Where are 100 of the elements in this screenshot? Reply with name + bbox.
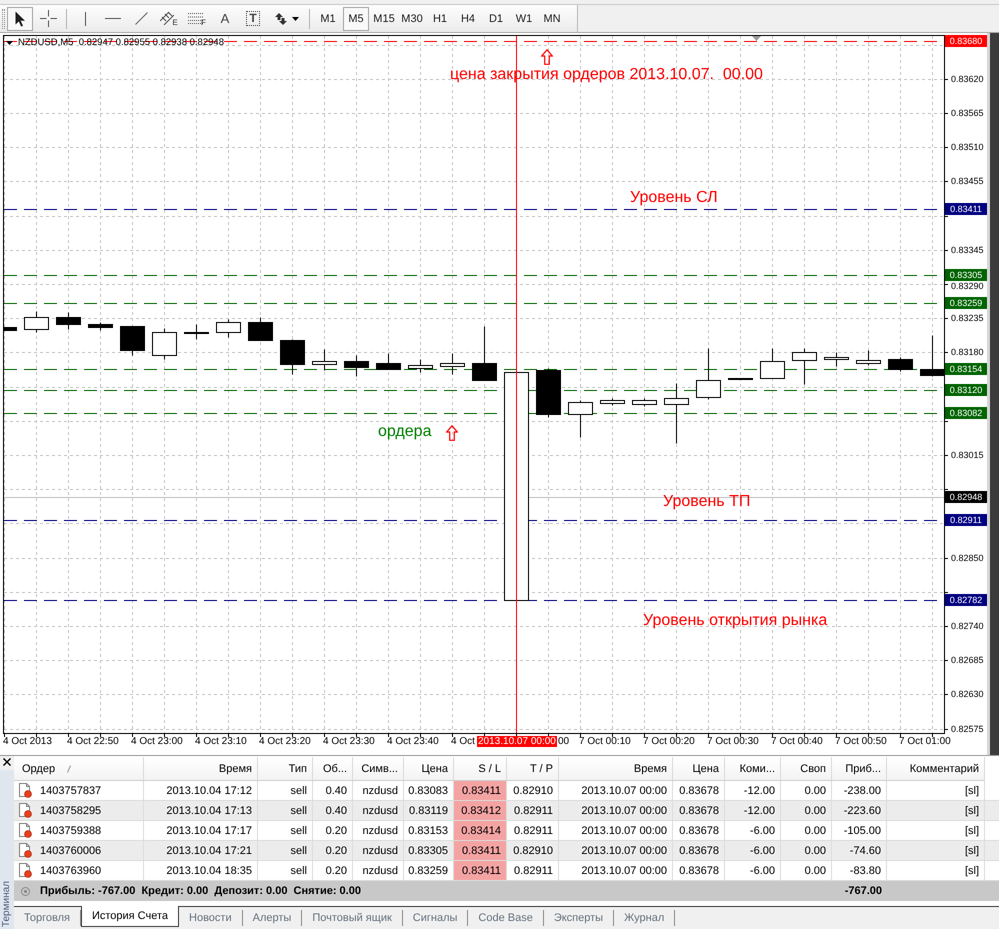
- timeframe-button[interactable]: H4: [455, 6, 481, 30]
- column-header[interactable]: Симв...: [353, 757, 404, 781]
- table-cell: 0.83411: [454, 861, 507, 880]
- candle: [408, 359, 433, 373]
- table-cell: -83.80: [832, 861, 887, 880]
- table-cell: 0.83678: [673, 861, 725, 880]
- table-cell: sell: [258, 841, 313, 860]
- timeframe-button[interactable]: MN: [539, 6, 565, 30]
- timeframe-button[interactable]: M15: [371, 6, 397, 30]
- table-cell: 1403759388: [40, 824, 102, 836]
- tab[interactable]: Почтовый ящик: [302, 910, 403, 926]
- time-tick-label: 7 Oct 00:40: [771, 736, 823, 748]
- timeframe-button[interactable]: M1: [315, 6, 341, 30]
- table-cell: -12.00: [725, 801, 781, 820]
- timeframe-button[interactable]: D1: [483, 6, 509, 30]
- table-cell: nzdusd: [353, 781, 404, 800]
- timeframe-button[interactable]: M30: [399, 6, 425, 30]
- table-row[interactable]: 1403760006 2013.10.04 17:21 sell 0.20 nzdusd 0.83305 0.83411 0.82910 2013.10.07 00:00 0.83678 -6.00 0.00 -74.60 [sl]: [14, 841, 999, 861]
- table-cell: 0.40: [313, 801, 353, 820]
- summary-profit: -767.00: [844, 884, 883, 899]
- timeframe-button[interactable]: W1: [511, 6, 537, 30]
- table-cell: sell: [258, 821, 313, 840]
- table-cell: 2013.10.07 00:00: [559, 801, 673, 820]
- horizontal-line-icon: [105, 18, 121, 19]
- table-cell: [sl]: [887, 821, 985, 840]
- document-icon: [19, 823, 32, 838]
- table-cell: 0.83412: [454, 801, 507, 820]
- tab[interactable]: Новости: [179, 910, 243, 926]
- time-tick-label: 4 Oct 23:30: [323, 736, 375, 748]
- tool-button[interactable]: T: [240, 6, 266, 30]
- tab[interactable]: Журнал: [614, 910, 676, 926]
- table-cell: 2013.10.04 17:13: [144, 801, 258, 820]
- tab[interactable]: Сигналы: [402, 910, 468, 926]
- document-icon: [19, 783, 32, 798]
- tool-button[interactable]: F: [184, 6, 210, 30]
- time-tick-label: 7 Oct 00:20: [643, 736, 695, 748]
- timeframe-button[interactable]: H1: [427, 6, 453, 30]
- table-cell: 0.82911: [507, 861, 559, 880]
- table-row[interactable]: 1403758295 2013.10.04 17:13 sell 0.40 nzdusd 0.83119 0.83412 0.82911 2013.10.07 00:00 0.83678 -12.00 0.00 -223.60 [sl]: [14, 801, 999, 821]
- table-cell: -12.00: [725, 781, 781, 800]
- tool-button[interactable]: E: [156, 6, 182, 30]
- time-tick-label: 4 Oct 23:20: [259, 736, 311, 748]
- candle: [824, 352, 849, 367]
- tab[interactable]: Эксперты: [544, 910, 614, 926]
- table-cell: 0.20: [313, 821, 353, 840]
- column-header[interactable]: Время: [559, 757, 673, 781]
- column-header[interactable]: Приб...: [832, 757, 887, 781]
- price-label: 0.83082: [945, 407, 987, 420]
- candle: [280, 339, 305, 375]
- candle: [760, 348, 785, 379]
- column-header[interactable]: Цена: [673, 757, 725, 781]
- candle: [472, 326, 497, 381]
- table-cell: 0.00: [781, 821, 832, 840]
- table-cell: nzdusd: [353, 861, 404, 880]
- column-header[interactable]: Коми...: [725, 757, 781, 781]
- column-header[interactable]: S / L: [454, 757, 507, 781]
- timeframe-button[interactable]: M5: [343, 6, 369, 30]
- price-tick-label: 0.83620: [951, 72, 984, 85]
- price-label: 0.83154: [945, 362, 987, 374]
- diagonal-line-icon: [134, 12, 148, 25]
- column-header[interactable]: Своп: [781, 757, 832, 781]
- time-tick-label: 4 Oct 22:50: [67, 736, 119, 748]
- candle: [664, 383, 689, 444]
- table-cell: 2013.10.04 18:35: [144, 861, 258, 880]
- time-tick-label: 7 Oct 00:50: [835, 736, 887, 748]
- column-header[interactable]: Комментарий: [887, 757, 985, 781]
- tab[interactable]: История Счета: [80, 906, 180, 927]
- table-cell: 0.83414: [454, 821, 507, 840]
- table-cell: sell: [258, 861, 313, 880]
- column-header[interactable]: Время: [144, 757, 258, 781]
- triangle-marker-icon: [752, 36, 761, 41]
- candle: [696, 348, 721, 400]
- table-cell: 2013.10.07 00:00: [559, 861, 673, 880]
- toolbar-grip[interactable]: [2, 8, 5, 28]
- candle: [856, 350, 881, 366]
- circle-icon: [21, 886, 30, 896]
- column-header[interactable]: Цена: [404, 757, 454, 781]
- table-cell: 0.83678: [673, 781, 725, 800]
- table-cell: sell: [258, 781, 313, 800]
- candle: [344, 355, 369, 377]
- caret-icon: [292, 16, 298, 20]
- column-header[interactable]: T / P: [507, 757, 559, 781]
- price-label: 0.83680: [945, 35, 987, 48]
- tab[interactable]: Code Base: [468, 910, 544, 926]
- close-icon[interactable]: [3, 758, 11, 766]
- tool-button[interactable]: [7, 6, 33, 30]
- candle: [632, 398, 657, 407]
- column-header[interactable]: Ордер: [14, 757, 144, 781]
- candle: [888, 357, 913, 372]
- annotation-text: Уровень открытия рынка: [643, 612, 828, 630]
- table-cell: 0.20: [313, 841, 353, 860]
- tab[interactable]: Алерты: [242, 910, 302, 926]
- candle: [792, 348, 817, 385]
- candle: [152, 328, 177, 360]
- column-header[interactable]: Об...: [313, 757, 353, 781]
- tool-button[interactable]: A: [212, 6, 238, 30]
- column-header[interactable]: Тип: [258, 757, 313, 781]
- price-label: 0.82782: [945, 594, 987, 606]
- price-tick-label: 0.83015: [951, 448, 984, 461]
- candle: [600, 398, 625, 406]
